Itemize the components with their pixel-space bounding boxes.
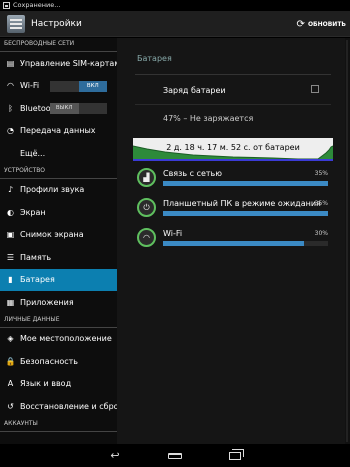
image-icon	[3, 2, 10, 9]
battery-graph[interactable]: 2 д. 18 ч. 17 м. 52 с. от батареи	[133, 138, 333, 161]
sidebar-item-display[interactable]: ◐ Экран	[0, 201, 117, 224]
refresh-icon: ⟳	[296, 18, 305, 30]
usage-bar-fill	[163, 211, 328, 216]
lock-icon: 🔒	[5, 356, 16, 366]
location-icon: ◈	[7, 334, 14, 344]
back-button[interactable]: ↩	[100, 444, 130, 467]
sidebar-item-sim[interactable]: ▤ Управление SIM-картами	[0, 52, 117, 75]
wifi-icon: ◠	[7, 81, 14, 91]
storage-icon: ☰	[6, 252, 15, 262]
display-icon: ◐	[7, 207, 14, 217]
sidebar-item-label: Профили звука	[20, 185, 85, 195]
usage-label: Связь с сетью	[163, 169, 222, 178]
toggle-off-segment: ВЫКЛ	[50, 103, 79, 114]
sound-profile-icon: ♪	[7, 185, 14, 195]
backup-icon: ↺	[7, 401, 14, 411]
usage-item-network[interactable]: ▟ Связь с сетью 35%	[137, 168, 333, 194]
sidebar-item-label: Приложения	[20, 297, 74, 307]
recent-apps-button[interactable]	[220, 444, 250, 467]
power-icon: ⏻	[137, 198, 156, 217]
sidebar-item-data[interactable]: ◔ Передача данных	[0, 120, 117, 143]
section-header: ЛИЧНЫЕ ДАННЫЕ	[0, 314, 117, 328]
wifi-toggle[interactable]: ВКЛ	[50, 80, 107, 92]
toggle-on-segment	[79, 103, 108, 114]
refresh-label: ОБНОВИТЬ	[307, 20, 346, 28]
signal-icon: ▟	[137, 168, 156, 187]
status-notification: Сохранение...	[13, 1, 61, 9]
usage-bar-track	[163, 211, 328, 216]
sidebar-item-label: Язык и ввод	[20, 379, 72, 389]
sidebar-item-screenshot[interactable]: ▣ Снимок экрана	[0, 224, 117, 247]
section-header: АККАУНТЫ	[0, 418, 117, 432]
sidebar-item-backup[interactable]: ↺ Восстановление и сброс	[0, 395, 117, 418]
sidebar-item-label: Восстановление и сброс	[20, 401, 117, 411]
sidebar-item-label: Wi-Fi	[20, 81, 40, 91]
section-header: УСТРОЙСТВО	[0, 165, 117, 179]
toggle-off-segment	[50, 81, 79, 92]
sidebar-item-label: Память	[20, 252, 52, 262]
home-icon	[168, 452, 182, 459]
camera-icon: ▣	[6, 230, 15, 240]
sidebar-item-wifi[interactable]: ◠ Wi-Fi ВКЛ	[0, 75, 117, 98]
usage-bar-fill	[163, 181, 328, 186]
usage-percent: 30%	[314, 230, 328, 237]
settings-sidebar: БЕСПРОВОДНЫЕ СЕТИ ▤ Управление SIM-картами…	[0, 38, 117, 444]
refresh-button[interactable]: ⟳ ОБНОВИТЬ	[297, 11, 346, 37]
sidebar-item-battery[interactable]: ▮ Батарея	[0, 268, 117, 291]
sidebar-item-label: Мое местоположение	[20, 334, 112, 344]
data-transfer-icon: ◔	[7, 126, 14, 136]
usage-label: Wi-Fi	[163, 229, 183, 238]
usage-item-wifi[interactable]: ◠ Wi-Fi 30%	[137, 228, 333, 254]
wifi-icon: ◠	[137, 228, 156, 247]
sidebar-item-bluetooth[interactable]: ᛒ Bluetooth ВЫКЛ	[0, 97, 117, 120]
battery-card: Батарея Заряд батареи 47% – Не заряжаетс…	[117, 38, 345, 444]
section-header: БЕСПРОВОДНЫЕ СЕТИ	[0, 38, 117, 52]
apps-icon: ▦	[6, 297, 15, 307]
graph-label: 2 д. 18 ч. 17 м. 52 с. от батареи	[166, 143, 300, 152]
sidebar-item-label: Батарея	[20, 275, 55, 285]
sidebar-item-label: Управление SIM-картами	[20, 58, 117, 68]
battery-status: 47% – Не заряжается	[163, 114, 254, 123]
toggle-on-segment: ВКЛ	[78, 80, 107, 92]
sidebar-item-more[interactable]: Ещё...	[0, 142, 117, 165]
action-bar: Настройки ⟳ ОБНОВИТЬ	[0, 11, 350, 37]
sidebar-item-label: Безопасность	[20, 356, 78, 366]
panel-title: Батарея	[137, 54, 172, 63]
sidebar-item-storage[interactable]: ☰ Память	[0, 246, 117, 269]
usage-percent: 35%	[314, 170, 328, 177]
navigation-bar: ↩	[0, 444, 350, 467]
battery-panel: Батарея Заряд батареи 47% – Не заряжаетс…	[117, 38, 350, 444]
usage-bar-fill	[163, 241, 305, 246]
divider	[135, 104, 331, 105]
bluetooth-toggle[interactable]: ВЫКЛ	[50, 103, 107, 114]
sidebar-item-label: Передача данных	[20, 126, 96, 136]
usage-item-standby[interactable]: ⏻ Планшетный ПК в режиме ожидания 35%	[137, 198, 333, 224]
sidebar-item-sound[interactable]: ♪ Профили звука	[0, 179, 117, 202]
back-icon: ↩	[110, 449, 120, 462]
divider	[135, 74, 331, 75]
usage-bar-track	[163, 181, 328, 186]
sidebar-item-label: Ещё...	[20, 148, 46, 158]
status-bar: Сохранение...	[0, 0, 350, 11]
sidebar-item-language[interactable]: A Язык и ввод	[0, 373, 117, 396]
usage-bar-track	[163, 241, 328, 246]
sim-card-icon: ▤	[6, 58, 15, 68]
sidebar-item-location[interactable]: ◈ Мое местоположение	[0, 328, 117, 351]
language-icon: A	[7, 379, 14, 389]
sidebar-item-label: Снимок экрана	[20, 230, 84, 240]
charge-checkbox[interactable]	[311, 85, 319, 93]
charge-label[interactable]: Заряд батареи	[163, 86, 226, 95]
sidebar-item-security[interactable]: 🔒 Безопасность	[0, 350, 117, 373]
sidebar-item-label: Экран	[20, 207, 46, 217]
settings-app-icon[interactable]	[7, 14, 25, 33]
bluetooth-icon: ᛒ	[8, 103, 13, 113]
usage-label: Планшетный ПК в режиме ожидания	[163, 199, 321, 208]
sidebar-item-apps[interactable]: ▦ Приложения	[0, 291, 117, 314]
page-title: Настройки	[31, 18, 82, 29]
recent-apps-icon	[229, 448, 244, 460]
battery-icon: ▮	[8, 275, 13, 285]
usage-percent: 35%	[314, 200, 328, 207]
scrollbar[interactable]	[346, 40, 348, 442]
home-button[interactable]	[160, 444, 190, 467]
